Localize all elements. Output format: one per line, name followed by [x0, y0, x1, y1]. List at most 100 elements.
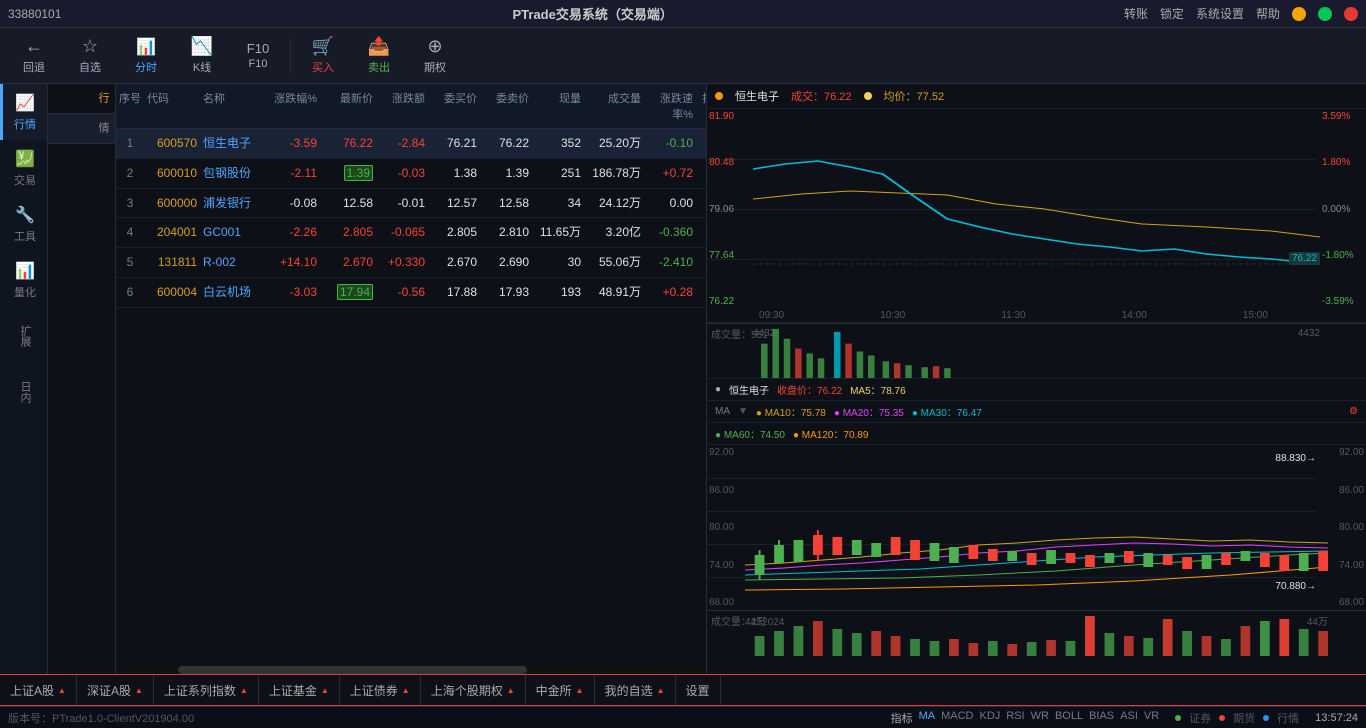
btab-sh-options[interactable]: 上海个股期权 ▲ [421, 674, 526, 706]
chart-stock-name: 恒生电子 [735, 88, 779, 104]
chart-deal: 成交：76.22 [791, 88, 852, 104]
main-area: 📈 行情 💹 交易 🔧 工具 📊 量化 扩展 日内 行 情 [0, 84, 1366, 674]
back-btn[interactable]: ← 回退 [8, 32, 60, 80]
market-icon: 📈 [15, 93, 35, 113]
tab-vr[interactable]: VR [1144, 710, 1159, 726]
intraday-svg [753, 109, 1320, 309]
table-row[interactable]: 3 600000 浦发银行 -0.08 12.58 -0.01 12.57 12… [116, 189, 706, 219]
arrow-icon: ▲ [507, 686, 515, 695]
btab-shenzhen-a[interactable]: 深证A股 ▲ [77, 674, 154, 706]
kline-price-right: 92.00 86.00 80.00 74.00 68.00 [1328, 445, 1366, 610]
maximize-btn[interactable] [1318, 7, 1332, 21]
bottom-tabs: 上证A股 ▲ 深证A股 ▲ 上证系列指数 ▲ 上证基金 ▲ 上证债券 ▲ 上海个… [0, 674, 1366, 706]
arrow-icon: ▲ [135, 686, 143, 695]
sidebar-item-intraday[interactable]: 日内 [0, 364, 47, 420]
btab-cffex[interactable]: 中金所 ▲ [526, 674, 595, 706]
btab-settings[interactable]: 设置 [676, 674, 721, 706]
avg-dot [864, 92, 872, 100]
percent-axis: 3.59% 1.80% 0.00% -1.80% -3.59% [1320, 109, 1366, 309]
sidebar-item-tools[interactable]: 🔧 工具 [0, 196, 47, 252]
statusbar: 版本号：PTrade1.0-ClientV201904.00 指标 MA MAC… [0, 706, 1366, 728]
f10-btn[interactable]: F10 F10 [232, 32, 284, 80]
time-axis: 09:30 10:30 11:30 14:00 15:00 [707, 309, 1366, 323]
btab-sh-index[interactable]: 上证系列指数 ▲ [154, 674, 259, 706]
table-row[interactable]: 4 204001 GC001 -2.26 2.805 -0.065 2.805 … [116, 218, 706, 248]
watchlist-panel: 行 情 [48, 84, 116, 674]
sidebar-item-market[interactable]: 📈 行情 [0, 84, 47, 140]
kline-low-label: 70.880→ [1275, 581, 1316, 592]
toolbar-separator [290, 38, 291, 74]
kline-btn[interactable]: 📉 K线 [176, 32, 228, 80]
titlebar-controls: 转账 锁定 系统设置 帮助 [1124, 5, 1358, 22]
transfer-btn[interactable]: 转账 [1124, 5, 1148, 22]
arrow-icon: ▲ [402, 686, 410, 695]
watchlist-btn[interactable]: ☆ 自选 [64, 32, 116, 80]
table-row[interactable]: 6 600004 白云机场 -3.03 17.94 -0.56 17.88 17… [116, 278, 706, 308]
btab-shanghai-a[interactable]: 上证A股 ▲ [0, 674, 77, 706]
horizontal-scrollbar[interactable] [120, 666, 702, 674]
settings-btn[interactable]: 系统设置 [1196, 5, 1244, 22]
tab-ma[interactable]: MA [919, 710, 936, 726]
market-data-dot [1263, 715, 1269, 721]
arrow-icon: ▲ [321, 686, 329, 695]
options-btn[interactable]: ⊕ 期权 [409, 32, 461, 80]
securities-dot [1175, 715, 1181, 721]
stock-dot [715, 92, 723, 100]
table-row[interactable]: 2 600010 包钢股份 -2.11 1.39 -0.03 1.38 1.39… [116, 159, 706, 189]
statusbar-right: 指标 MA MACD KDJ RSI WR BOLL BIAS ASI VR 证… [891, 710, 1358, 726]
watchlist-tab-sentiment[interactable]: 情 [48, 114, 115, 144]
futures-dot [1219, 715, 1225, 721]
quant-icon: 📊 [15, 261, 35, 281]
arrow-icon: ▲ [657, 686, 665, 695]
btab-my-watchlist[interactable]: 我的自选 ▲ [595, 674, 676, 706]
volume-area: 成交量：551 4432 4432 [707, 323, 1366, 378]
toolbar: ← 回退 ☆ 自选 📊 分时 📉 K线 F10 F10 🛒 买入 📤 卖出 ⊕ … [0, 28, 1366, 84]
intraday-chart: 3.59% 1.80% 0.00% -1.80% -3.59% 81.90 80… [707, 109, 1366, 309]
tab-wr[interactable]: WR [1031, 710, 1049, 726]
sidebar: 📈 行情 💹 交易 🔧 工具 📊 量化 扩展 日内 [0, 84, 48, 674]
btab-sh-fund[interactable]: 上证基金 ▲ [259, 674, 340, 706]
sidebar-item-expand[interactable]: 扩展 [0, 308, 47, 364]
stock-table-area: 序号 代码 名称 涨跌幅% 最新价 涨跌额 委买价 委卖价 现量 成交量 涨跌速… [116, 84, 706, 674]
tools-icon: 🔧 [15, 205, 35, 225]
indicator-tabs: 指标 MA MACD KDJ RSI WR BOLL BIAS ASI VR [891, 710, 1160, 726]
chart-panel: 恒生电子 成交：76.22 均价：77.52 3.59% 1.80% 0.00%… [706, 84, 1366, 674]
kline-volume-area: 成交量：252024 44万 44万 [707, 610, 1366, 655]
lock-btn[interactable]: 锁定 [1160, 5, 1184, 22]
scroll-thumb[interactable] [178, 666, 527, 674]
timeshare-btn[interactable]: 📊 分时 [120, 32, 172, 80]
sidebar-item-trade[interactable]: 💹 交易 [0, 140, 47, 196]
tab-macd[interactable]: MACD [941, 710, 973, 726]
chart-avg: 均价：77.52 [884, 88, 945, 104]
kline-svg [745, 445, 1328, 610]
titlebar-id: 33880101 [8, 7, 61, 21]
buy-btn[interactable]: 🛒 买入 [297, 32, 349, 80]
current-price-label: 76.22 [1289, 252, 1320, 265]
tab-bias[interactable]: BIAS [1089, 710, 1114, 726]
titlebar-title: PTrade交易系统（交易端） [512, 4, 672, 23]
tab-rsi[interactable]: RSI [1006, 710, 1024, 726]
titlebar: 33880101 PTrade交易系统（交易端） 转账 锁定 系统设置 帮助 [0, 0, 1366, 28]
table-row[interactable]: 5 131811 R-002 +14.10 2.670 +0.330 2.670… [116, 248, 706, 278]
content-area: 行 情 序号 代码 名称 涨跌幅% 最新价 涨跌额 委买价 委卖价 现量 成交量… [48, 84, 1366, 674]
tab-kdj[interactable]: KDJ [979, 710, 1000, 726]
ma-bar2: MA ▼ ● MA10：75.78 ● MA20：75.35 ● MA30：76… [707, 401, 1366, 423]
sell-btn[interactable]: 📤 卖出 [353, 32, 405, 80]
watchlist-tab-market[interactable]: 行 [48, 84, 115, 114]
tab-indicator[interactable]: 指标 [891, 710, 913, 726]
ma-bar: ● 恒生电子 收盘价：76.22 MA5：78.76 [707, 378, 1366, 401]
sidebar-item-quant[interactable]: 📊 量化 [0, 252, 47, 308]
table-header: 序号 代码 名称 涨跌幅% 最新价 涨跌额 委买价 委卖价 现量 成交量 涨跌速… [116, 84, 706, 129]
minimize-btn[interactable] [1292, 7, 1306, 21]
kline-price-left: 92.00 86.00 80.00 74.00 68.00 [707, 445, 745, 610]
current-time: 13:57:24 [1315, 712, 1358, 724]
table-row[interactable]: 1 600570 恒生电子 -3.59 76.22 -2.84 76.21 76… [116, 129, 706, 159]
help-btn[interactable]: 帮助 [1256, 5, 1280, 22]
close-btn[interactable] [1344, 7, 1358, 21]
kline-high-label: 88.830→ [1275, 453, 1316, 464]
tab-boll[interactable]: BOLL [1055, 710, 1083, 726]
tab-asi[interactable]: ASI [1120, 710, 1138, 726]
btab-sh-bond[interactable]: 上证债券 ▲ [340, 674, 421, 706]
chart-info-bar: 恒生电子 成交：76.22 均价：77.52 [707, 84, 1366, 109]
ma-settings-icon[interactable]: ⚙ [1349, 406, 1358, 417]
